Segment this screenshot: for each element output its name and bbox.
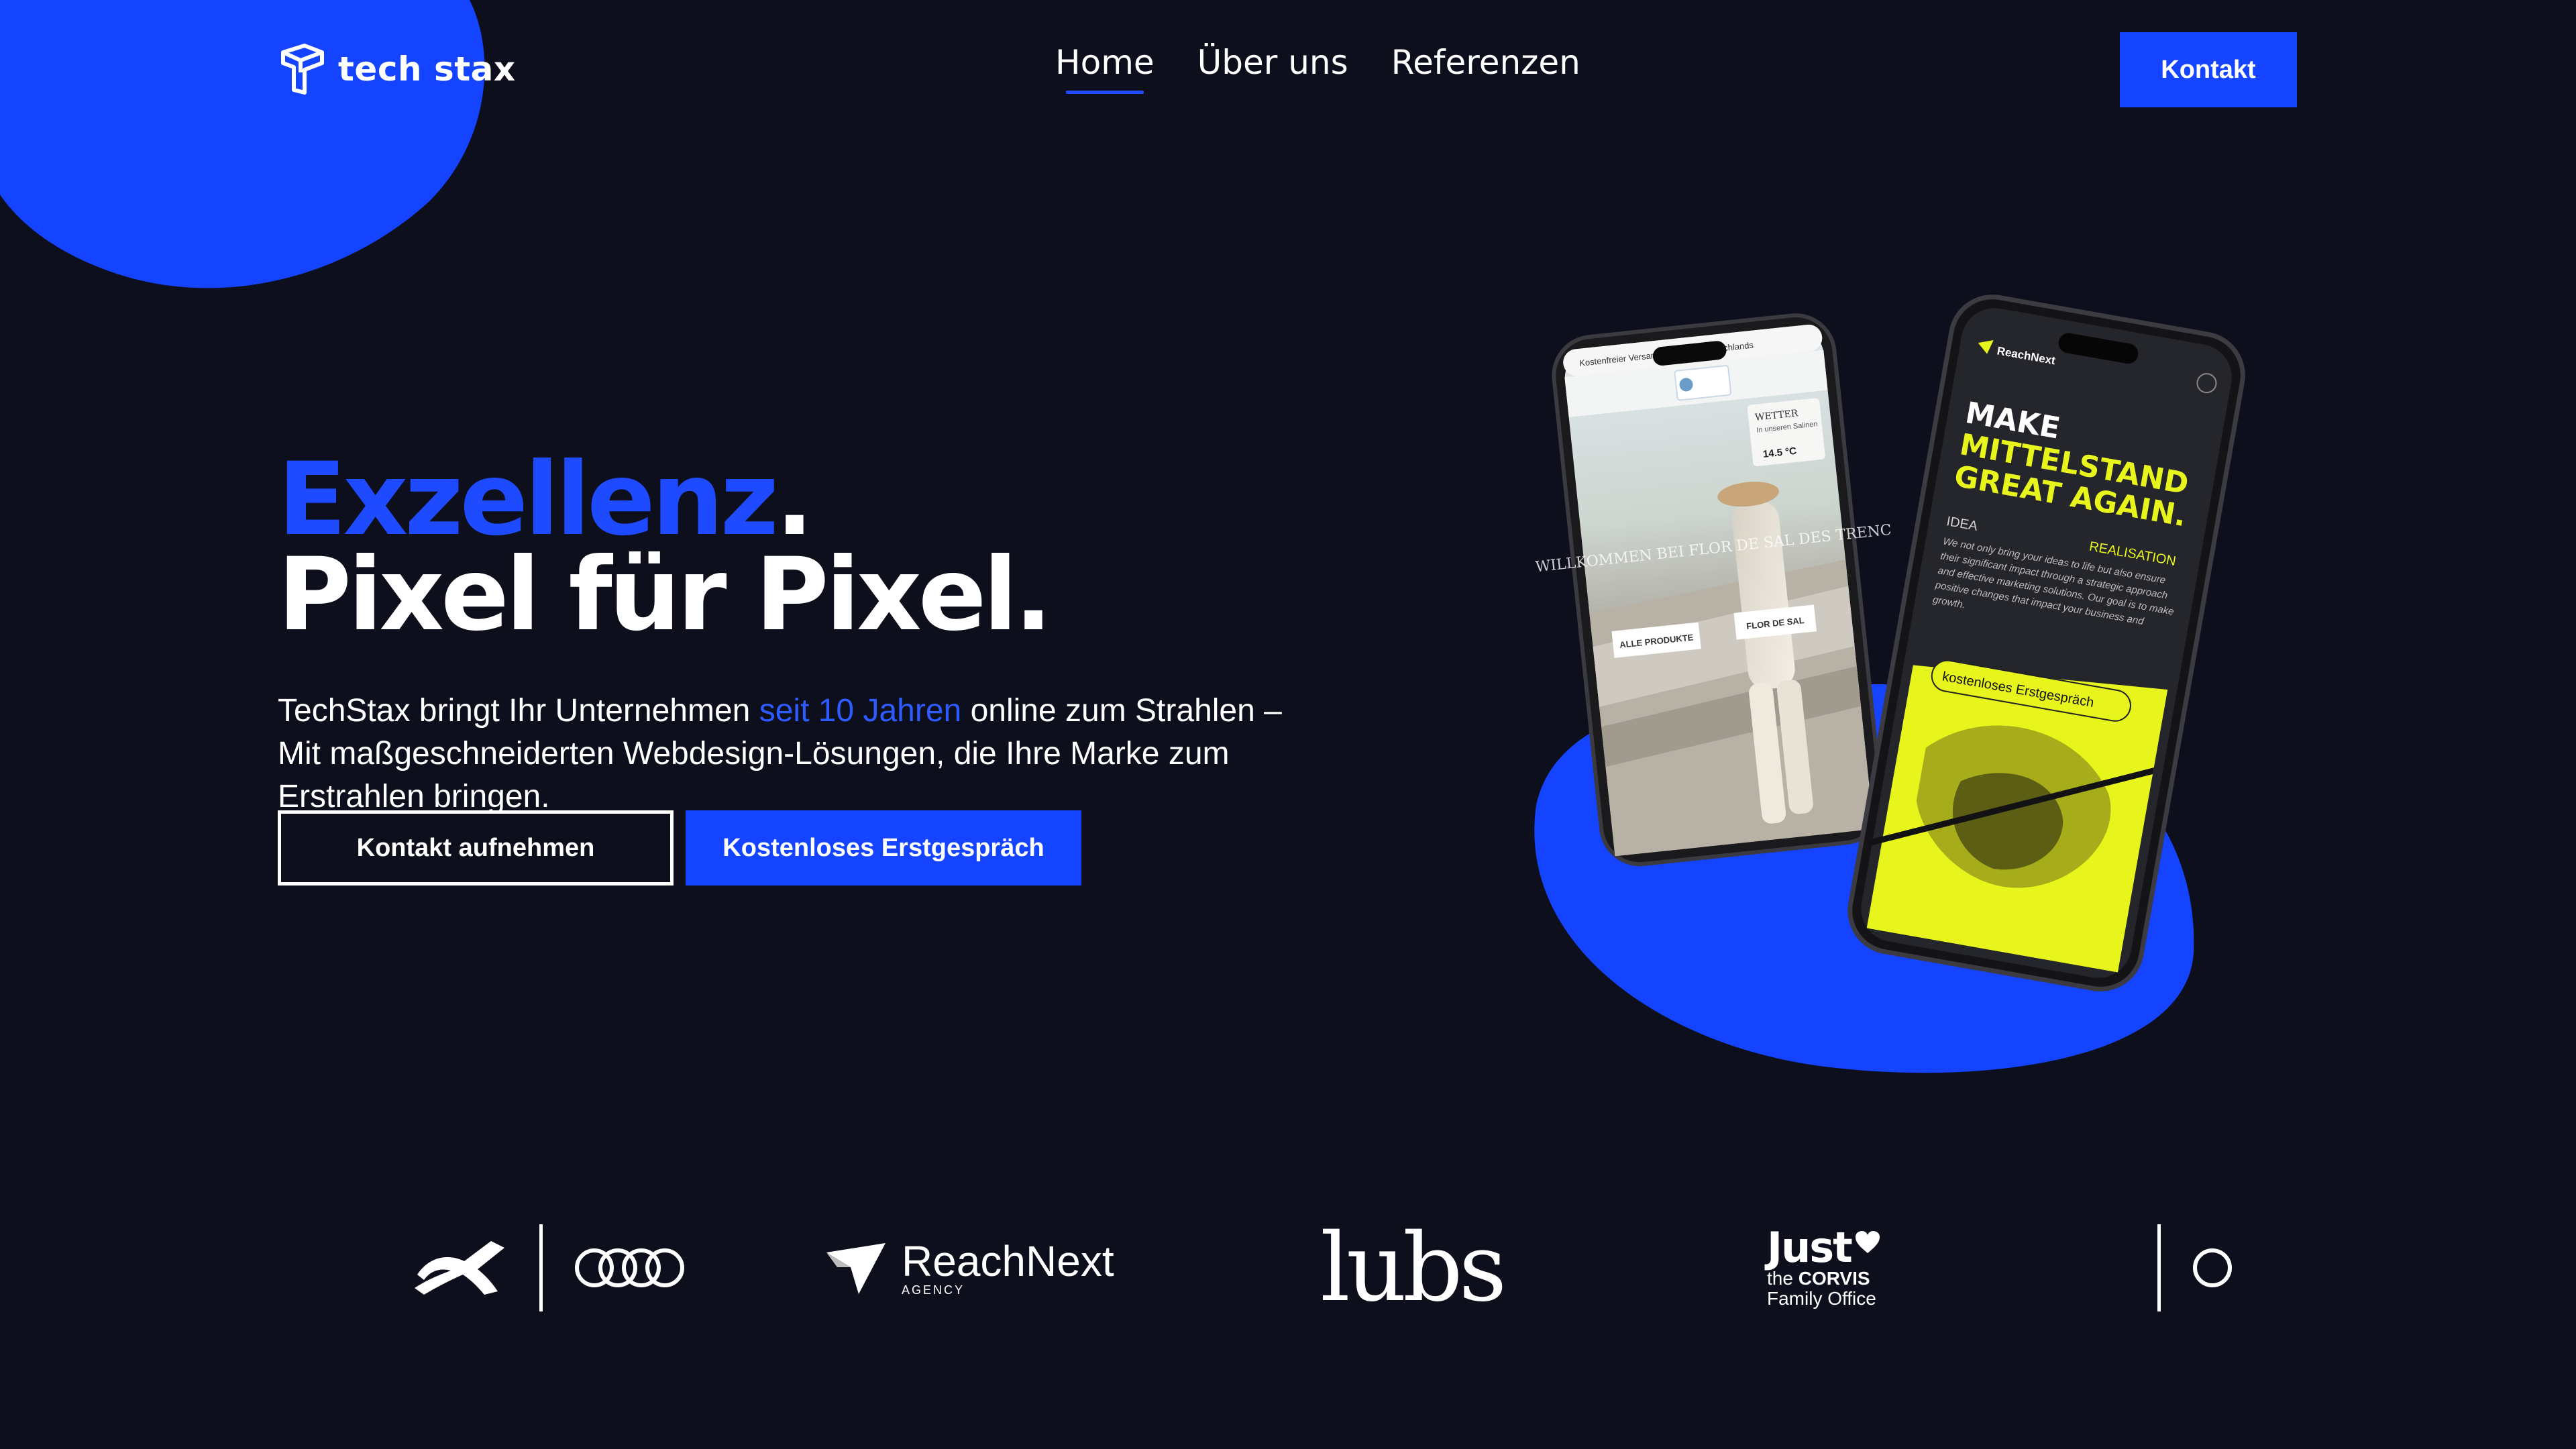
reachnext-name: ReachNext: [902, 1236, 1114, 1285]
hero-text-before: TechStax bringt Ihr Unternehmen: [278, 693, 759, 729]
client-logo-wing-audi: [411, 1201, 692, 1335]
reachnext-logo-icon: [826, 1243, 885, 1294]
client-logo-wing-audi-repeat: [2129, 1201, 2297, 1335]
hero-text-highlight: seit 10 Jahren: [759, 693, 962, 729]
nav-ueber-uns[interactable]: Über uns: [1197, 43, 1348, 94]
nav-home[interactable]: Home: [1055, 43, 1155, 94]
just-wordmark: Just: [1767, 1223, 1853, 1272]
just-family-office: Family Office: [1767, 1288, 1876, 1309]
logo-divider: [2157, 1224, 2161, 1311]
techstax-logo-icon: [281, 44, 324, 95]
audi-rings-icon: [2193, 1248, 2232, 1287]
reachnext-sub: AGENCY: [902, 1283, 965, 1297]
audi-rings-icon: [575, 1248, 684, 1287]
hero-cta-row: Kontakt aufnehmen Kostenloses Erstgesprä…: [278, 810, 1081, 885]
hero-subheadline: Pixel für Pixel.: [278, 537, 1053, 653]
hero-description: TechStax bringt Ihr Unternehmen seit 10 …: [278, 690, 1324, 818]
contact-now-button[interactable]: Kontakt aufnehmen: [278, 810, 674, 885]
lubs-wordmark: lubs: [1320, 1213, 1507, 1323]
just-corvis: CORVIS: [1798, 1268, 1870, 1289]
just-the: the: [1767, 1268, 1793, 1289]
phone-right: ReachNext MAKE MITTELSTAND GREAT AGAIN. …: [1847, 294, 2245, 991]
client-logo-just-corvis: Just the CORVIS Family Office: [1767, 1201, 1881, 1335]
main-nav: Home Über uns Referenzen: [1055, 43, 1580, 94]
client-logo-lubs: lubs: [1320, 1201, 1507, 1335]
contact-button[interactable]: Kontakt: [2120, 32, 2297, 107]
brand-logo[interactable]: tech stax: [278, 43, 516, 95]
free-consultation-button[interactable]: Kostenloses Erstgespräch: [686, 810, 1081, 885]
phone-mockups: Kostenfreier Versand innerhalb Deutschla…: [1534, 294, 2245, 1073]
heart-icon: [1855, 1231, 1880, 1253]
client-logo-reachnext: ReachNext AGENCY: [824, 1201, 1114, 1335]
hero-headline: Exzellenz.: [278, 449, 814, 550]
nav-referenzen[interactable]: Referenzen: [1391, 43, 1580, 94]
wing-logo-icon: [415, 1241, 504, 1295]
client-logos: ReachNext AGENCY lubs Just the CORVIS Fa…: [0, 1201, 2576, 1335]
logo-divider: [539, 1224, 543, 1311]
brand-name: tech stax: [338, 50, 516, 89]
